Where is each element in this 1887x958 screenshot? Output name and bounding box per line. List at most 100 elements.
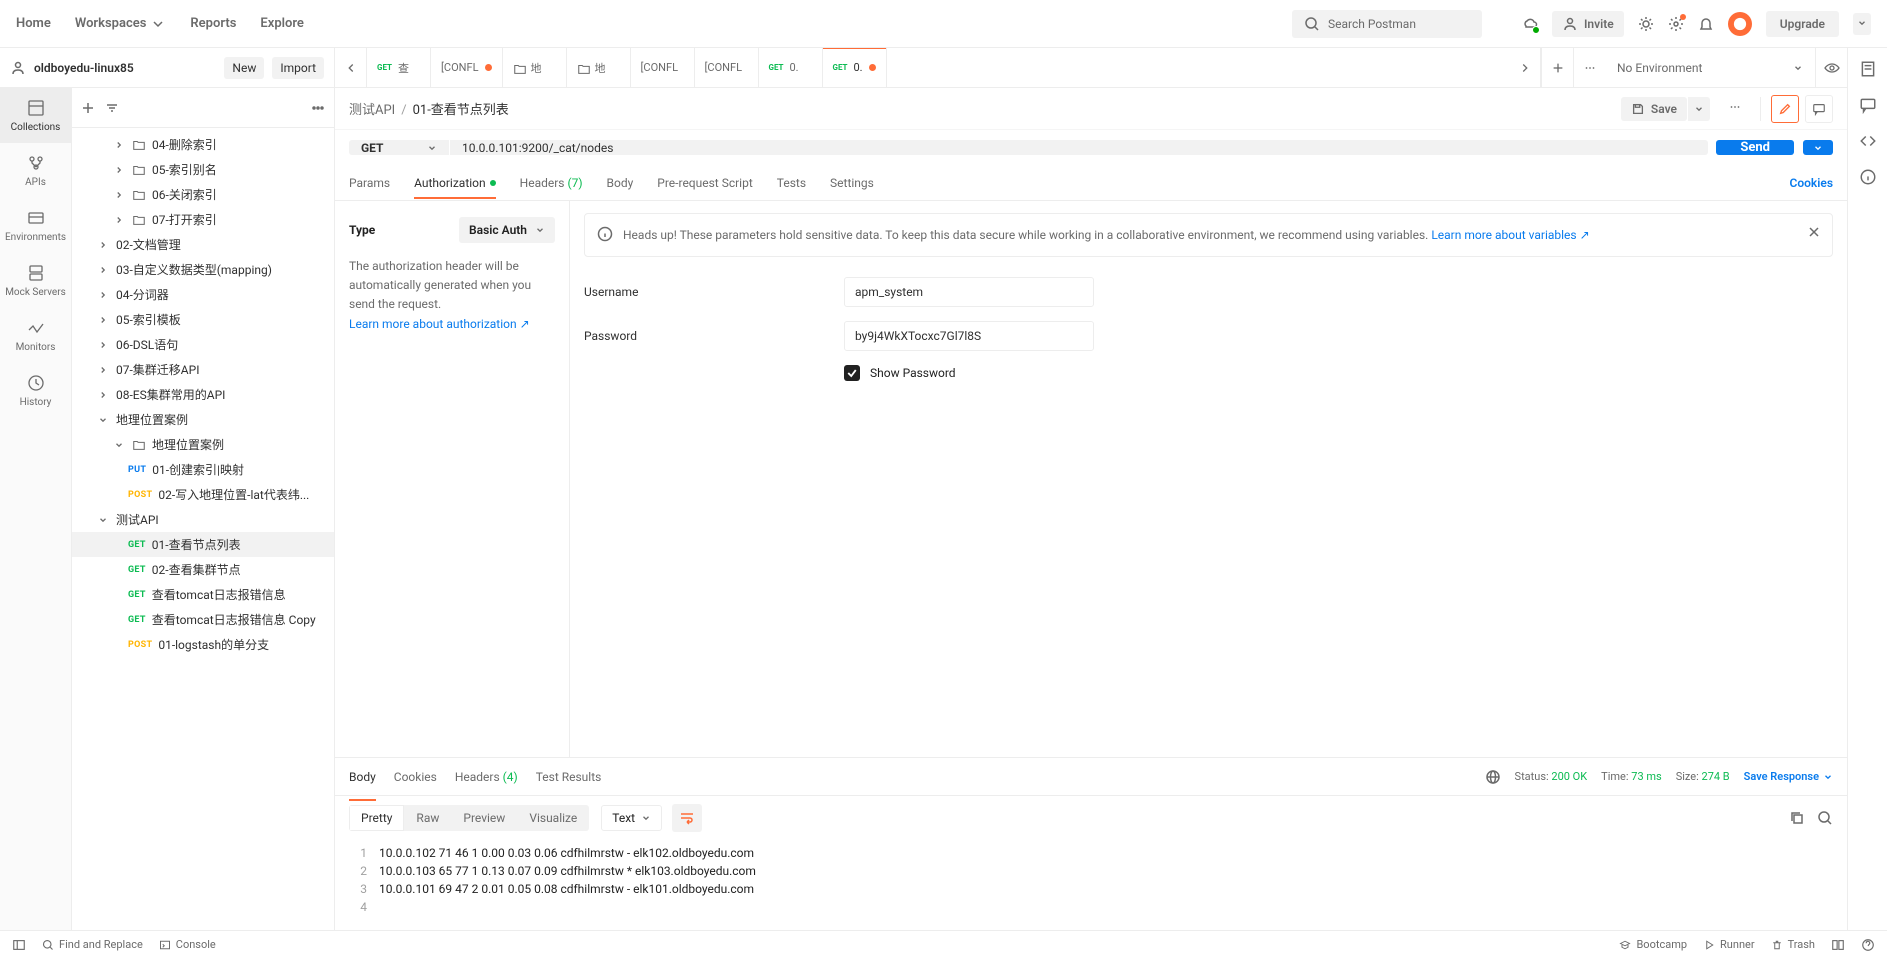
response-body[interactable]: 110.0.0.102 71 46 1 0.00 0.03 0.06 cdfhi… bbox=[335, 840, 1847, 930]
global-search[interactable]: Search Postman bbox=[1292, 10, 1482, 38]
tab-options[interactable] bbox=[1573, 48, 1605, 87]
globe-icon[interactable] bbox=[1485, 769, 1501, 785]
save-button[interactable]: Save bbox=[1621, 97, 1687, 121]
rail-collections[interactable]: Collections bbox=[0, 88, 71, 143]
send-menu[interactable] bbox=[1803, 140, 1833, 155]
find-replace[interactable]: Find and Replace bbox=[42, 938, 143, 951]
resp-tab-headers[interactable]: Headers (4) bbox=[455, 762, 518, 792]
tree-folder[interactable]: 06-关闭索引 bbox=[72, 182, 334, 207]
upgrade-button[interactable]: Upgrade bbox=[1766, 11, 1839, 37]
send-button[interactable]: Send bbox=[1716, 140, 1794, 155]
tree-request[interactable]: GET02-查看集群节点 bbox=[72, 557, 334, 582]
trash[interactable]: Trash bbox=[1771, 938, 1815, 951]
rail-environments[interactable]: Environments bbox=[0, 198, 71, 253]
resp-tab-body[interactable]: Body bbox=[349, 762, 376, 792]
auth-learn-link[interactable]: Learn more about authorization ↗ bbox=[349, 317, 530, 331]
notifications-icon[interactable] bbox=[1698, 16, 1714, 32]
username-input[interactable]: apm_system bbox=[844, 277, 1094, 307]
request-tab[interactable]: [CONFL bbox=[431, 48, 503, 87]
new-button[interactable]: New bbox=[224, 57, 264, 79]
request-tab[interactable]: 地 bbox=[503, 48, 567, 87]
view-pretty[interactable]: Pretty bbox=[349, 805, 404, 831]
more-actions[interactable] bbox=[1720, 100, 1750, 117]
request-tab[interactable]: [CONFL bbox=[695, 48, 759, 87]
request-tab[interactable]: [CONFL bbox=[631, 48, 695, 87]
copy-icon[interactable] bbox=[1789, 810, 1805, 826]
tree-folder[interactable]: 05-索引模板 bbox=[72, 307, 334, 332]
info2-icon[interactable] bbox=[1859, 168, 1877, 186]
tree-folder[interactable]: 06-DSL语句 bbox=[72, 332, 334, 357]
tree-folder[interactable]: 地理位置案例 bbox=[72, 432, 334, 457]
view-preview[interactable]: Preview bbox=[451, 805, 517, 831]
tree-folder[interactable]: 04-删除索引 bbox=[72, 132, 334, 157]
auth-type-select[interactable]: Basic Auth bbox=[459, 217, 555, 243]
environment-selector[interactable]: No Environment bbox=[1605, 48, 1815, 87]
new-tab[interactable] bbox=[1541, 48, 1573, 87]
tab-body[interactable]: Body bbox=[607, 168, 634, 198]
settings-icon[interactable] bbox=[1668, 16, 1684, 32]
tree-request[interactable]: POST01-logstash的单分支 bbox=[72, 632, 334, 657]
method-select[interactable]: GET bbox=[349, 140, 449, 155]
filter-icon[interactable] bbox=[104, 100, 120, 116]
code-icon[interactable] bbox=[1859, 132, 1877, 150]
edit-icon[interactable] bbox=[1771, 95, 1799, 123]
workspace-name[interactable]: oldboyedu-linux85 bbox=[34, 61, 134, 75]
runner[interactable]: Runner bbox=[1703, 938, 1755, 951]
tab-prev[interactable] bbox=[335, 48, 367, 87]
resp-tab-cookies[interactable]: Cookies bbox=[394, 762, 437, 792]
request-tab[interactable]: GET0. bbox=[759, 48, 823, 87]
invite-button[interactable]: Invite bbox=[1552, 11, 1624, 37]
bootcamp[interactable]: Bootcamp bbox=[1619, 938, 1687, 951]
view-raw[interactable]: Raw bbox=[404, 805, 451, 831]
view-visualize[interactable]: Visualize bbox=[517, 805, 589, 831]
request-tab[interactable]: GET查 bbox=[367, 48, 431, 87]
tree-folder[interactable]: 02-文档管理 bbox=[72, 232, 334, 257]
docs-icon[interactable] bbox=[1859, 60, 1877, 78]
console-toggle[interactable]: Console bbox=[159, 938, 216, 951]
save-response-button[interactable]: Save Response bbox=[1744, 770, 1833, 783]
import-button[interactable]: Import bbox=[272, 57, 324, 79]
more-icon[interactable] bbox=[310, 100, 326, 116]
nav-home[interactable]: Home bbox=[16, 16, 51, 32]
tree-folder[interactable]: 08-ES集群常用的API bbox=[72, 382, 334, 407]
rail-apis[interactable]: APIs bbox=[0, 143, 71, 198]
save-menu[interactable] bbox=[1688, 97, 1710, 121]
capture-icon[interactable] bbox=[1638, 16, 1654, 32]
add-icon[interactable] bbox=[80, 100, 96, 116]
tree-folder[interactable]: 07-打开索引 bbox=[72, 207, 334, 232]
tree-folder[interactable]: 地理位置案例 bbox=[72, 407, 334, 432]
variables-learn-link[interactable]: Learn more about variables ↗ bbox=[1431, 228, 1589, 242]
request-tab[interactable]: GET0. bbox=[823, 48, 887, 87]
tab-tests[interactable]: Tests bbox=[777, 168, 806, 198]
comment-icon[interactable] bbox=[1805, 95, 1833, 123]
rail-history[interactable]: History bbox=[0, 363, 71, 418]
tree-folder[interactable]: 04-分词器 bbox=[72, 282, 334, 307]
avatar[interactable] bbox=[1728, 12, 1752, 36]
tree-folder[interactable]: 03-自定义数据类型(mapping) bbox=[72, 257, 334, 282]
nav-reports[interactable]: Reports bbox=[190, 16, 236, 32]
resp-tab-tests[interactable]: Test Results bbox=[536, 762, 602, 792]
breadcrumb-parent[interactable]: 测试API bbox=[349, 103, 395, 118]
wrap-lines-button[interactable] bbox=[672, 804, 702, 832]
tree-folder[interactable]: 测试API bbox=[72, 507, 334, 532]
upgrade-menu[interactable] bbox=[1853, 13, 1871, 35]
format-select[interactable]: Text bbox=[601, 805, 662, 831]
tree-folder[interactable]: 07-集群迁移API bbox=[72, 357, 334, 382]
nav-workspaces[interactable]: Workspaces bbox=[75, 16, 167, 32]
rail-mock-servers[interactable]: Mock Servers bbox=[0, 253, 71, 308]
tab-next[interactable] bbox=[1509, 48, 1541, 87]
rail-monitors[interactable]: Monitors bbox=[0, 308, 71, 363]
tab-prerequest[interactable]: Pre-request Script bbox=[657, 168, 752, 198]
url-input[interactable]: 10.0.0.101:9200/_cat/nodes bbox=[450, 140, 1708, 155]
tab-headers[interactable]: Headers (7) bbox=[520, 168, 583, 198]
close-icon[interactable] bbox=[1806, 224, 1822, 240]
cookies-link[interactable]: Cookies bbox=[1789, 168, 1833, 198]
comments-icon[interactable] bbox=[1859, 96, 1877, 114]
tree-request[interactable]: POST02-写入地理位置-lat代表纬... bbox=[72, 482, 334, 507]
env-quick-look[interactable] bbox=[1815, 48, 1847, 87]
tab-params[interactable]: Params bbox=[349, 168, 390, 198]
tree-request[interactable]: PUT01-创建索引|映射 bbox=[72, 457, 334, 482]
tree-folder[interactable]: 05-索引别名 bbox=[72, 157, 334, 182]
two-pane[interactable] bbox=[1831, 938, 1845, 952]
show-password-checkbox[interactable] bbox=[844, 365, 860, 381]
